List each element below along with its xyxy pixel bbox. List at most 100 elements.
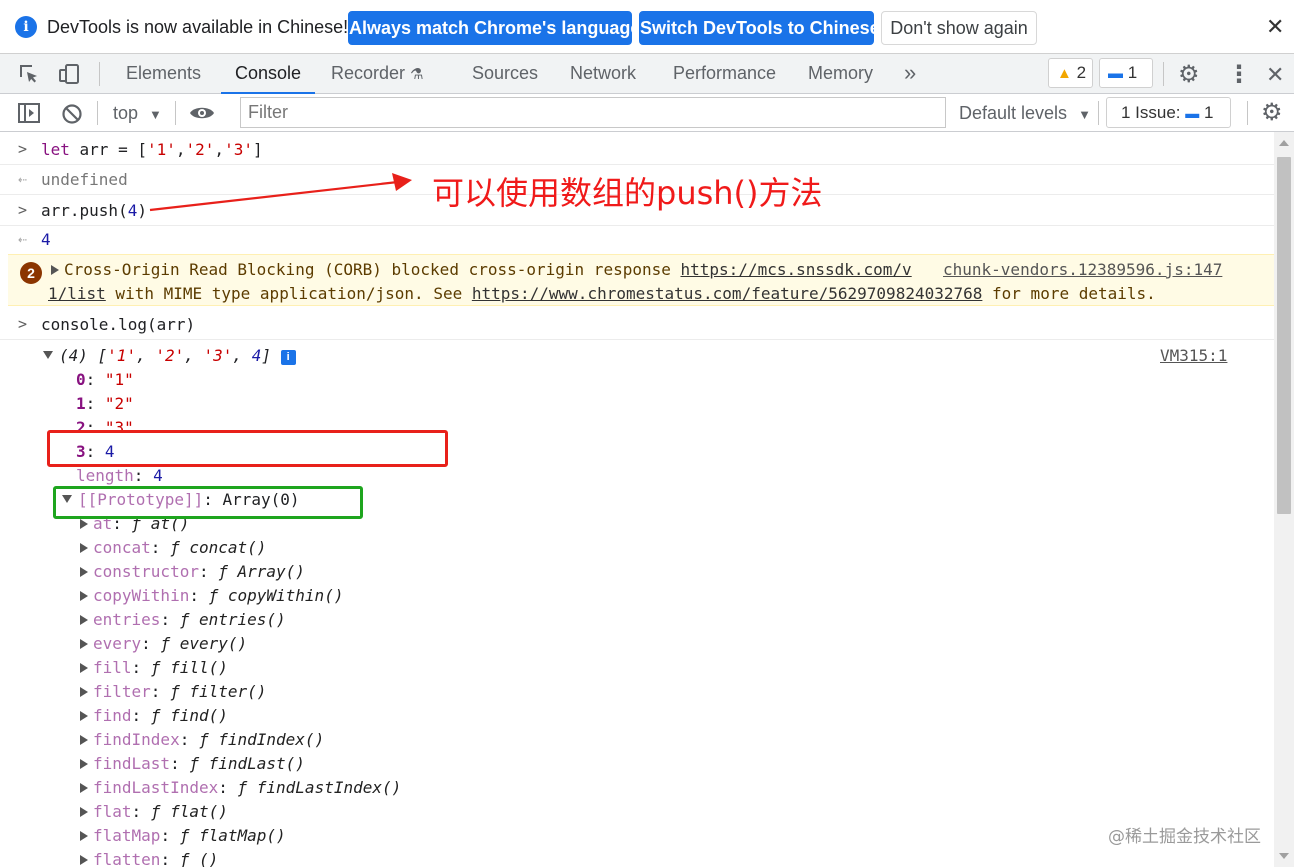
code-text: arr.push( — [41, 201, 128, 220]
method-entry[interactable]: flatten: ƒ () — [80, 850, 218, 867]
array-preview: (4) ['1', '2', '3', 4] — [59, 346, 271, 365]
method-entry[interactable]: copyWithin: ƒ copyWithin() — [80, 586, 343, 605]
settings-gear-icon[interactable]: ⚙ — [1178, 60, 1200, 89]
scroll-down-arrow-icon[interactable] — [1279, 853, 1289, 859]
close-devtools-icon[interactable]: ✕ — [1266, 62, 1284, 88]
toolbar-divider-2 — [175, 101, 176, 125]
keyword: let — [41, 140, 70, 159]
filter-input[interactable]: Filter — [240, 97, 946, 128]
expand-triangle-icon[interactable] — [80, 783, 88, 793]
method-entry[interactable]: concat: ƒ concat() — [80, 538, 266, 557]
method-entry[interactable]: flat: ƒ flat() — [80, 802, 228, 821]
method-name: flat — [93, 802, 132, 821]
switch-to-chinese-button[interactable]: Switch DevTools to Chinese — [639, 11, 880, 45]
log-levels-label: Default levels — [959, 103, 1068, 123]
expand-triangle-icon[interactable] — [80, 735, 88, 745]
number-literal: 4 — [127, 201, 138, 220]
console-output[interactable]: > let arr = ['1','2','3'] ⇠ undefined > … — [0, 132, 1274, 867]
entry-value: "2" — [104, 394, 134, 413]
function-signature: concat() — [189, 538, 267, 557]
method-name: findIndex — [93, 730, 180, 749]
issues-button[interactable]: 1 Issue: ▬ 1 — [1106, 97, 1231, 128]
expand-triangle-icon[interactable] — [80, 591, 88, 601]
dont-show-again-button[interactable]: Don't show again — [881, 11, 1037, 45]
tab-recorder[interactable]: Recorder ⚗ — [331, 54, 424, 94]
expand-triangle-icon[interactable] — [51, 265, 59, 275]
tab-performance[interactable]: Performance — [673, 54, 776, 94]
expand-triangle-icon[interactable] — [80, 663, 88, 673]
method-entry[interactable]: findLast: ƒ findLast() — [80, 754, 305, 773]
more-tabs-chevron-icon[interactable]: » — [904, 60, 916, 86]
string-literal: '1' — [146, 140, 176, 159]
function-f-label: ƒ — [198, 730, 219, 749]
method-name: every — [93, 634, 142, 653]
chromestatus-link[interactable]: https://www.chromestatus.com/feature/562… — [472, 284, 983, 303]
scroll-thumb[interactable] — [1277, 157, 1291, 514]
console-settings-gear-icon[interactable]: ⚙ — [1261, 98, 1283, 127]
method-entry[interactable]: findLastIndex: ƒ findLastIndex() — [80, 778, 401, 797]
warning-url-link-cont[interactable]: 1/list — [48, 284, 106, 303]
expand-triangle-icon[interactable] — [80, 711, 88, 721]
method-entry[interactable]: findIndex: ƒ findIndex() — [80, 730, 324, 749]
expand-triangle-icon[interactable] — [80, 519, 88, 529]
function-signature: filter() — [189, 682, 267, 701]
method-entry[interactable]: entries: ƒ entries() — [80, 610, 286, 629]
show-sidebar-icon[interactable] — [17, 102, 41, 124]
function-signature: fill() — [170, 658, 228, 677]
array-summary[interactable]: (4) ['1', '2', '3', 4] i — [43, 346, 296, 365]
expand-triangle-icon[interactable] — [80, 807, 88, 817]
expand-triangle-icon[interactable] — [80, 855, 88, 865]
method-entry[interactable]: fill: ƒ fill() — [80, 658, 228, 677]
scroll-up-arrow-icon[interactable] — [1279, 140, 1289, 146]
tab-console[interactable]: Console — [221, 54, 315, 94]
warning-line-2: 1/list with MIME type application/json. … — [48, 284, 1156, 303]
method-name: flatMap — [93, 826, 161, 845]
more-options-icon[interactable]: ⋮ — [1227, 60, 1251, 89]
live-expression-eye-icon[interactable] — [189, 104, 215, 122]
log-levels-dropdown[interactable]: Default levels ▼ — [959, 94, 1091, 132]
warnings-badge[interactable]: ▲ 2 — [1048, 58, 1093, 88]
inspect-element-icon[interactable] — [17, 62, 41, 86]
collapse-triangle-icon[interactable] — [43, 351, 53, 359]
device-toolbar-icon[interactable] — [57, 62, 81, 86]
expand-triangle-icon[interactable] — [80, 831, 88, 841]
method-name: flatten — [93, 850, 161, 867]
messages-badge[interactable]: ▬ 1 — [1099, 58, 1153, 88]
array-item: '1' — [107, 346, 137, 365]
method-entry[interactable]: find: ƒ find() — [80, 706, 228, 725]
tab-memory[interactable]: Memory — [808, 54, 873, 94]
method-entry[interactable]: flatMap: ƒ flatMap() — [80, 826, 286, 845]
function-signature: findIndex() — [218, 730, 325, 749]
method-entry[interactable]: filter: ƒ filter() — [80, 682, 266, 701]
function-signature: findLast() — [208, 754, 305, 773]
expand-triangle-icon[interactable] — [80, 687, 88, 697]
function-f-label: ƒ — [208, 586, 228, 605]
method-entry[interactable]: constructor: ƒ Array() — [80, 562, 305, 581]
console-scrollbar[interactable] — [1274, 132, 1294, 867]
context-selector[interactable]: top ▼ — [113, 94, 162, 132]
issues-count: 1 — [1204, 103, 1214, 122]
close-infobar-icon[interactable]: ✕ — [1266, 14, 1284, 40]
function-f-label: ƒ — [237, 778, 257, 797]
vm-source-link[interactable]: VM315:1 — [1160, 346, 1227, 365]
expand-triangle-icon[interactable] — [80, 639, 88, 649]
expand-triangle-icon[interactable] — [80, 543, 88, 553]
expand-triangle-icon[interactable] — [80, 759, 88, 769]
expand-triangle-icon[interactable] — [80, 567, 88, 577]
clear-console-icon[interactable] — [61, 103, 83, 125]
always-match-language-button[interactable]: Always match Chrome's language — [348, 11, 640, 45]
tab-elements[interactable]: Elements — [126, 54, 201, 94]
tab-network[interactable]: Network — [570, 54, 636, 94]
info-badge-icon[interactable]: i — [280, 350, 296, 365]
watermark: @稀土掘金技术社区 — [1108, 827, 1261, 847]
method-name: filter — [93, 682, 151, 701]
warning-url-link[interactable]: https://mcs.snssdk.com/v — [681, 260, 912, 279]
infobar-message: DevTools is now available in Chinese! — [47, 17, 349, 37]
function-signature: Array() — [237, 562, 305, 581]
warning-source-link[interactable]: chunk-vendors.12389596.js:147 — [943, 260, 1222, 279]
language-infobar: i DevTools is now available in Chinese! … — [0, 0, 1294, 54]
method-entry[interactable]: every: ƒ every() — [80, 634, 247, 653]
method-name: copyWithin — [93, 586, 190, 605]
tab-sources[interactable]: Sources — [472, 54, 538, 94]
expand-triangle-icon[interactable] — [80, 615, 88, 625]
